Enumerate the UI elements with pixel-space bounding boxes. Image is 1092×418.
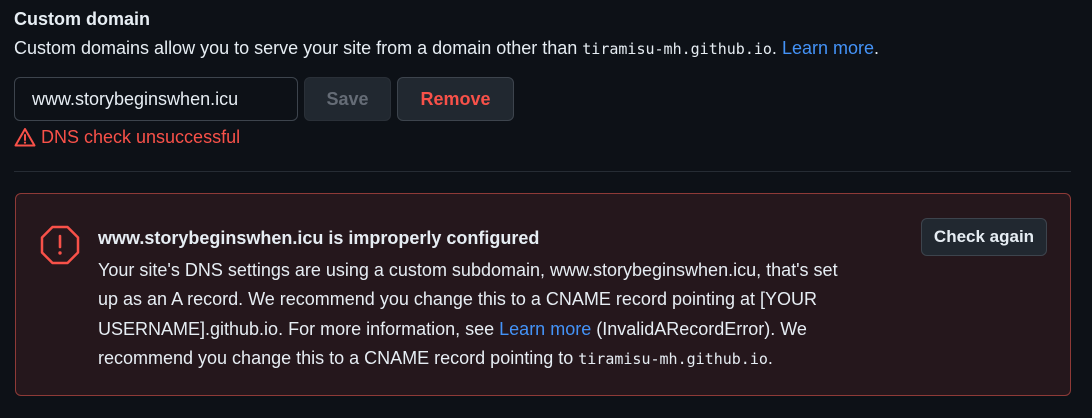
section-title: Custom domain <box>14 9 151 29</box>
learn-more-link[interactable]: Learn more <box>782 38 874 58</box>
divider <box>14 171 1071 172</box>
alert-learn-more-link[interactable]: Learn more <box>499 319 591 339</box>
dns-error-alert: www.storybeginswhen.icu is improperly co… <box>15 193 1071 396</box>
custom-domain-section: Custom domain Custom domains allow you t… <box>0 0 1092 418</box>
alert-body-line: recommend you change this to a CNAME rec… <box>98 344 898 374</box>
alert-text: recommend you change this to a CNAME rec… <box>98 347 579 368</box>
default-domain: tiramisu-mh.github.io <box>582 40 772 58</box>
alert-text: . <box>767 347 773 368</box>
description-suffix: . <box>771 38 777 58</box>
dns-check-status-text: DNS check unsuccessful <box>41 126 241 147</box>
custom-domain-input[interactable] <box>14 77 298 121</box>
stop-octagon-icon <box>39 224 81 271</box>
section-description: Custom domains allow you to serve your s… <box>14 38 879 59</box>
alert-text: (InvalidARecordError). We <box>591 318 807 339</box>
dns-check-status: DNS check unsuccessful <box>14 125 240 149</box>
save-button[interactable]: Save <box>304 77 391 121</box>
alert-body-line: USERNAME].github.io. For more informatio… <box>98 315 898 344</box>
alert-body-line: up as an A record. We recommend you chan… <box>98 289 818 310</box>
learn-more-suffix: . <box>874 38 880 58</box>
alert-body-line: Your site's DNS settings are using a cus… <box>98 260 838 280</box>
alert-heading: www.storybeginswhen.icu is improperly co… <box>98 228 540 248</box>
target-domain: tiramisu-mh.github.io <box>578 349 768 368</box>
alert-text: USERNAME].github.io. For more informatio… <box>98 318 500 339</box>
alert-body: Your site's DNS settings are using a cus… <box>98 256 898 374</box>
description-text: Custom domains allow you to serve your s… <box>14 38 583 58</box>
remove-button[interactable]: Remove <box>397 77 514 121</box>
check-again-button[interactable]: Check again <box>921 218 1047 256</box>
alert-triangle-icon <box>14 127 36 147</box>
